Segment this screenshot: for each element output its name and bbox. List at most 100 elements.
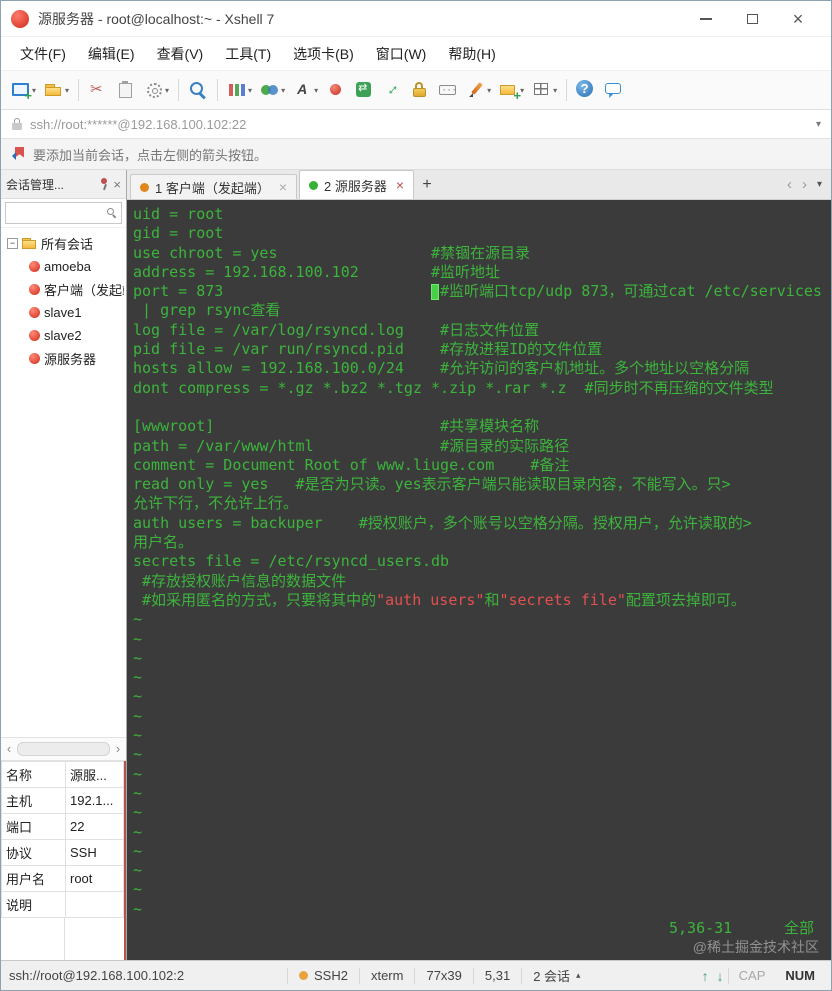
terminal-line: read only = yes #是否为只读。yes表示客户端只能读取目录内容，… [133,475,731,494]
lock-icon [11,117,23,131]
terminal-line: ~ [133,629,143,648]
terminal-line: path = /var/www/html #源目录的实际路径 [133,436,570,455]
tab-close-icon[interactable]: × [396,178,404,192]
tab-navigation [787,176,831,193]
panel-close-icon[interactable]: × [113,178,121,191]
tab-list-dropdown-icon[interactable] [817,179,822,190]
menu-item-5[interactable]: 选项卡(B) [282,39,365,69]
folder-icon [22,237,37,250]
tab-scroll-right-icon[interactable] [802,176,807,193]
tab-inactive[interactable]: 1 客户端（发起端） × [130,174,298,199]
terminal-line: 允许下行，不允许上行。 [133,494,299,513]
tab-active[interactable]: 2 源服务器 × [299,170,415,199]
menu-item-2[interactable]: 编辑(E) [77,39,146,69]
close-button[interactable]: × [775,4,821,34]
tree-root-all-sessions[interactable]: − 所有会话 [3,232,124,255]
scroll-down-icon[interactable]: ↓ [713,968,728,984]
pane-right-arrow[interactable]: › [112,740,124,758]
tab-scroll-left-icon[interactable] [787,176,792,193]
color-scheme-button[interactable]: ▾ [223,78,256,102]
terminal-line: ~ [133,687,143,706]
menu-item-6[interactable]: 窗口(W) [365,39,438,69]
pane-scroll-thumb[interactable] [17,742,110,756]
terminal-line: dont compress = *.gz *.bz2 *.tgz *.zip *… [133,378,774,397]
terminal-line: address = 192.168.100.102 #监听地址 [133,262,501,281]
new-session-button[interactable]: ▾ [7,78,40,103]
new-tab-button[interactable] [416,175,438,195]
paste-button[interactable] [112,78,140,102]
transfer-button[interactable] [350,78,378,102]
session-count-label: 2 会话 [533,969,571,984]
scroll-up-icon[interactable]: ↑ [698,968,713,984]
session-item[interactable]: amoeba [3,255,124,278]
feedback-icon [604,80,624,100]
session-item[interactable]: slave2 [3,324,124,347]
address-dropdown-caret-icon[interactable]: ▾ [816,119,821,130]
disconnect-button[interactable] [84,78,112,102]
dropdown-caret-icon: ▾ [314,85,319,95]
address-bar[interactable]: ssh://root:******@192.168.100.102:22 ▾ [1,110,831,139]
session-search-input[interactable] [9,205,106,221]
collapse-icon[interactable]: − [7,238,18,249]
session-item[interactable]: 客户端（发起端） [3,278,124,301]
tree-root-label: 所有会话 [41,237,94,252]
terminal-line: ~ [133,610,143,629]
terminal-line: ~ [133,783,143,802]
paste-icon [116,80,136,100]
menu-item-1[interactable]: 文件(F) [9,39,77,69]
terminal-line: ~ [133,706,143,725]
menu-item-3[interactable]: 查看(V) [146,39,215,69]
lock-screen-button[interactable] [406,78,434,102]
appearance-button[interactable]: ▾ [256,78,289,102]
menu-item-7[interactable]: 帮助(H) [437,39,506,69]
fullscreen-button[interactable] [378,78,406,102]
terminal-line: hosts allow = 192.168.100.0/24 #允许访问的客户机… [133,359,750,378]
session-item[interactable]: slave1 [3,301,124,324]
dropdown-caret-icon: ▾ [32,85,37,95]
tab-status-icon [140,182,149,192]
disconnect-icon [88,80,108,100]
toolbar-separator [566,79,568,101]
menu-item-4[interactable]: 工具(T) [214,39,282,69]
terminal-line: use chroot = yes #禁锢在源目录 [133,243,531,262]
session-item-label: 源服务器 [44,352,97,367]
status-connection: ssh://root@192.168.100.102:2 [9,968,185,983]
font-button[interactable]: ▾ [289,78,322,102]
find-button[interactable] [184,78,212,102]
open-folder-icon [44,80,64,100]
session-search-row [1,199,126,228]
session-icon [29,330,40,341]
property-value [65,891,124,918]
terminal[interactable]: uid = root gid = root use chroot = yes #禁锢… [127,200,831,960]
record-icon [326,80,346,100]
record-button[interactable] [322,78,350,102]
session-manager-panel: 会话管理... × − 所有会话 amoeba 客户端（发起端） slave1 slave… [1,170,127,960]
terminal-line: comment = Document Root of www.liuge.com… [133,455,570,474]
terminal-line: 用户名。 [133,533,194,552]
terminal-line: [wwwroot] #共享模块名称 [133,417,540,436]
maximize-button[interactable] [729,4,775,34]
session-count-dropdown[interactable]: 2 会话 ▴ [522,966,591,985]
highlight-pen-button[interactable]: ▾ [462,78,495,102]
new-folder-button[interactable]: ▾ [495,78,528,103]
open-folder-button[interactable]: ▾ [40,78,73,102]
minimize-button[interactable] [683,4,729,34]
pin-icon[interactable] [98,177,110,191]
terminal-line: gid = root [133,224,224,243]
terminal-line: ~ [133,822,143,841]
pane-left-arrow[interactable]: ‹ [3,740,15,758]
status-bar: ssh://root@192.168.100.102:2 SSH2 xterm … [1,960,831,990]
terminal-line: log file = /var/log/rsyncd.log #日志文件位置 [133,320,540,339]
properties-button[interactable]: ▾ [140,78,173,102]
main-area: 会话管理... × − 所有会话 amoeba 客户端（发起端） slave1 slave… [1,170,831,960]
bookmark-flag-icon [11,147,25,162]
help-button[interactable] [572,78,600,102]
session-item[interactable]: 源服务器 [3,347,124,370]
keyboard-button[interactable] [434,78,462,102]
feedback-button[interactable] [600,78,628,102]
tab-close-icon[interactable]: × [279,180,287,194]
layout-button[interactable]: ▾ [528,78,561,102]
dropdown-caret-icon: ▾ [165,85,170,95]
session-search-box[interactable] [5,202,122,224]
toolbar: ▾▾▾▾▾▾▾▾▾ [1,70,831,110]
